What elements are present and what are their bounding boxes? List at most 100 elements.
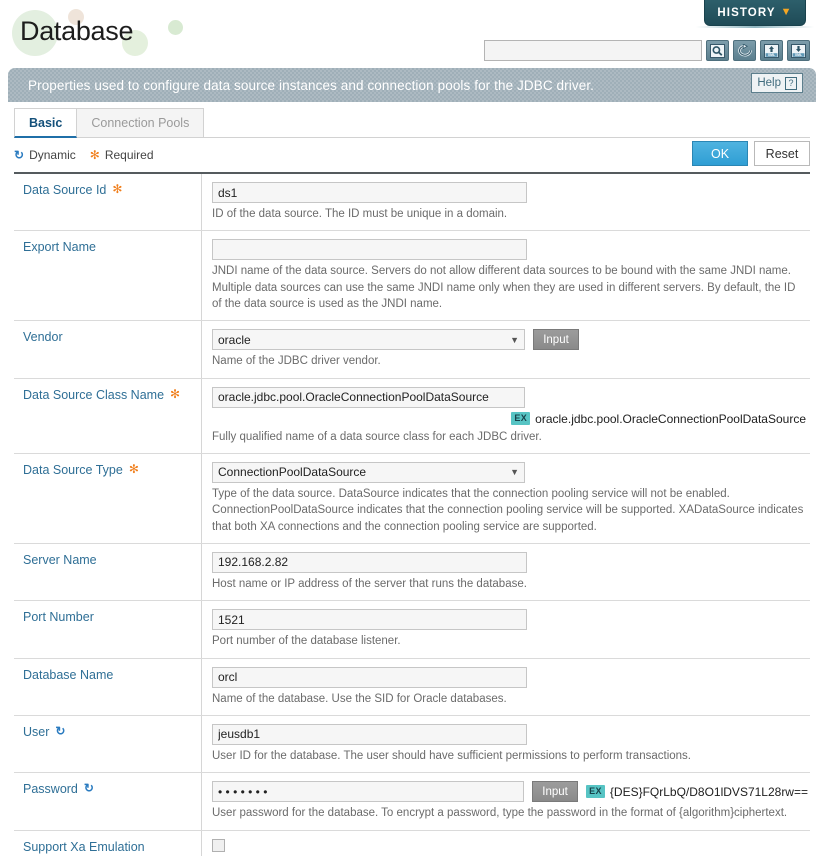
field-label-cell: User ↻	[14, 715, 202, 773]
search-input[interactable]	[484, 40, 702, 61]
field-label-cell: Export Name	[14, 231, 202, 321]
vendor-input-button[interactable]: Input	[533, 329, 579, 351]
search-icon	[710, 43, 725, 58]
field-description: Name of the database. Use the SID for Or…	[212, 692, 507, 705]
field-description: ID of the data source. The ID must be un…	[212, 208, 508, 220]
input-line	[212, 838, 808, 852]
vendor-select-value: oracle	[218, 332, 251, 347]
svg-text:XML: XML	[768, 53, 775, 57]
help-button[interactable]: Help ?	[751, 73, 803, 93]
tab-connection-pools[interactable]: Connection Pools	[76, 108, 205, 138]
help-label: Help	[757, 77, 781, 89]
export-name-input[interactable]	[212, 239, 527, 261]
description-banner: Properties used to configure data source…	[8, 68, 816, 102]
port-number-input[interactable]	[212, 609, 527, 631]
decorative-dot-tiny-green	[168, 20, 183, 35]
input-line	[212, 551, 808, 573]
support-xa-emulation-checkbox[interactable]	[212, 838, 225, 852]
field-control-cell: [Default: false] Indicates whether to en…	[202, 831, 810, 856]
reset-button[interactable]: Reset	[754, 141, 810, 166]
example-value-line: EX {DES}FQrLbQ/D8O1lDVS71L28rw==	[586, 785, 808, 799]
field-control-cell: Name of the database. Use the SID for Or…	[202, 659, 810, 715]
user-input[interactable]	[212, 723, 527, 745]
form-row-data-source-class-name: Data Source Class Name ✻ EX oracle.jdbc.…	[14, 378, 810, 454]
example-badge-icon: EX	[586, 785, 605, 799]
field-description: Fully qualified name of a data source cl…	[212, 430, 542, 443]
data-source-type-value: ConnectionPoolDataSource	[218, 465, 367, 480]
vendor-select[interactable]: oracle ▼	[212, 329, 525, 351]
input-line: oracle ▼ Input	[212, 329, 808, 351]
dynamic-icon: ↻	[55, 723, 66, 738]
required-icon: ✻	[112, 182, 123, 196]
ok-button[interactable]: OK	[692, 141, 748, 166]
tab-basic[interactable]: Basic	[14, 108, 78, 138]
field-control-cell: JNDI name of the data source. Servers do…	[202, 231, 810, 320]
form-row-user: User ↻ User ID for the database. The use…	[14, 715, 810, 774]
field-label: Database Name	[23, 667, 114, 682]
required-icon: ✻	[128, 461, 139, 476]
legend-and-actions-row: ↻ Dynamic ✻ Required OK Reset	[14, 138, 810, 172]
field-label: Server Name	[23, 552, 97, 567]
required-icon: ✻	[89, 148, 100, 162]
field-control-cell: Host name or IP address of the server th…	[202, 544, 810, 600]
data-source-type-select[interactable]: ConnectionPoolDataSource ▼	[212, 461, 525, 483]
database-name-input[interactable]	[212, 666, 527, 688]
form-row-data-source-type: Data Source Type ✻ ConnectionPoolDataSou…	[14, 453, 810, 544]
input-line	[212, 386, 808, 408]
refresh-icon	[737, 43, 753, 58]
form-row-server-name: Server Name Host name or IP address of t…	[14, 543, 810, 602]
field-description: [Default: false] Indicates whether to en…	[212, 852, 808, 856]
field-label-cell: Password ↻	[14, 773, 202, 830]
history-label: HISTORY	[717, 6, 776, 19]
password-input-button[interactable]: Input	[532, 781, 579, 803]
input-line	[212, 609, 808, 631]
search-icon-button[interactable]	[706, 40, 729, 61]
field-control-cell: Port number of the database listener.	[202, 601, 810, 657]
field-label: Vendor	[23, 330, 63, 345]
input-line: Input EX {DES}FQrLbQ/D8O1lDVS71L28rw==	[212, 781, 808, 803]
xml-import-icon: XML	[764, 43, 779, 58]
field-control-cell: Input EX {DES}FQrLbQ/D8O1lDVS71L28rw== U…	[202, 773, 810, 829]
question-mark-icon: ?	[785, 76, 797, 90]
xml-export-icon-button[interactable]: XML	[787, 40, 810, 61]
data-source-id-input[interactable]	[212, 182, 527, 203]
legend-required-label: Required	[104, 148, 154, 162]
history-button[interactable]: HISTORY ▼	[704, 0, 806, 26]
field-label-cell: Port Number	[14, 601, 202, 658]
input-line	[212, 723, 808, 745]
password-input[interactable]	[212, 781, 525, 803]
legend-dynamic: ↻ Dynamic	[14, 148, 76, 162]
input-line	[212, 182, 808, 203]
field-label-cell: Data Source Class Name ✻	[14, 378, 202, 453]
field-control-cell: ID of the data source. The ID must be un…	[202, 174, 810, 230]
example-value-text: oracle.jdbc.pool.OracleConnectionPoolDat…	[535, 411, 806, 426]
field-label-cell: Vendor	[14, 321, 202, 378]
required-icon: ✻	[170, 386, 181, 401]
history-underline-divider	[696, 26, 814, 28]
input-line	[212, 239, 808, 261]
svg-text:XML: XML	[795, 53, 802, 57]
field-description: JNDI name of the data source. Servers do…	[212, 265, 796, 310]
properties-form: Data Source Id ✻ ID of the data source. …	[14, 172, 810, 856]
form-row-port-number: Port Number Port number of the database …	[14, 601, 810, 659]
field-label: Data Source Class Name	[23, 387, 165, 402]
chevron-down-icon: ▼	[510, 334, 519, 345]
xml-import-icon-button[interactable]: XML	[760, 40, 783, 61]
dynamic-icon: ↻	[14, 148, 25, 162]
server-name-input[interactable]	[212, 551, 527, 573]
field-label-cell: Server Name	[14, 543, 202, 601]
field-control-cell: ConnectionPoolDataSource ▼ Type of the d…	[202, 454, 810, 543]
chevron-down-icon: ▼	[510, 467, 519, 478]
field-control-cell: EX oracle.jdbc.pool.OracleConnectionPool…	[202, 379, 810, 453]
field-description: User ID for the database. The user shoul…	[212, 749, 691, 762]
page-title-area: Database	[10, 8, 183, 56]
field-label: Support Xa Emulation	[23, 839, 145, 854]
field-description: Type of the data source. DataSource indi…	[212, 487, 804, 533]
xml-export-icon: XML	[791, 43, 806, 58]
field-description: Host name or IP address of the server th…	[212, 577, 527, 590]
field-description: User password for the database. To encry…	[212, 807, 788, 820]
data-source-class-name-input[interactable]	[212, 386, 525, 408]
refresh-icon-button[interactable]	[733, 40, 756, 61]
search-toolbar: XML XML	[484, 40, 810, 61]
field-label: Password	[23, 782, 78, 797]
